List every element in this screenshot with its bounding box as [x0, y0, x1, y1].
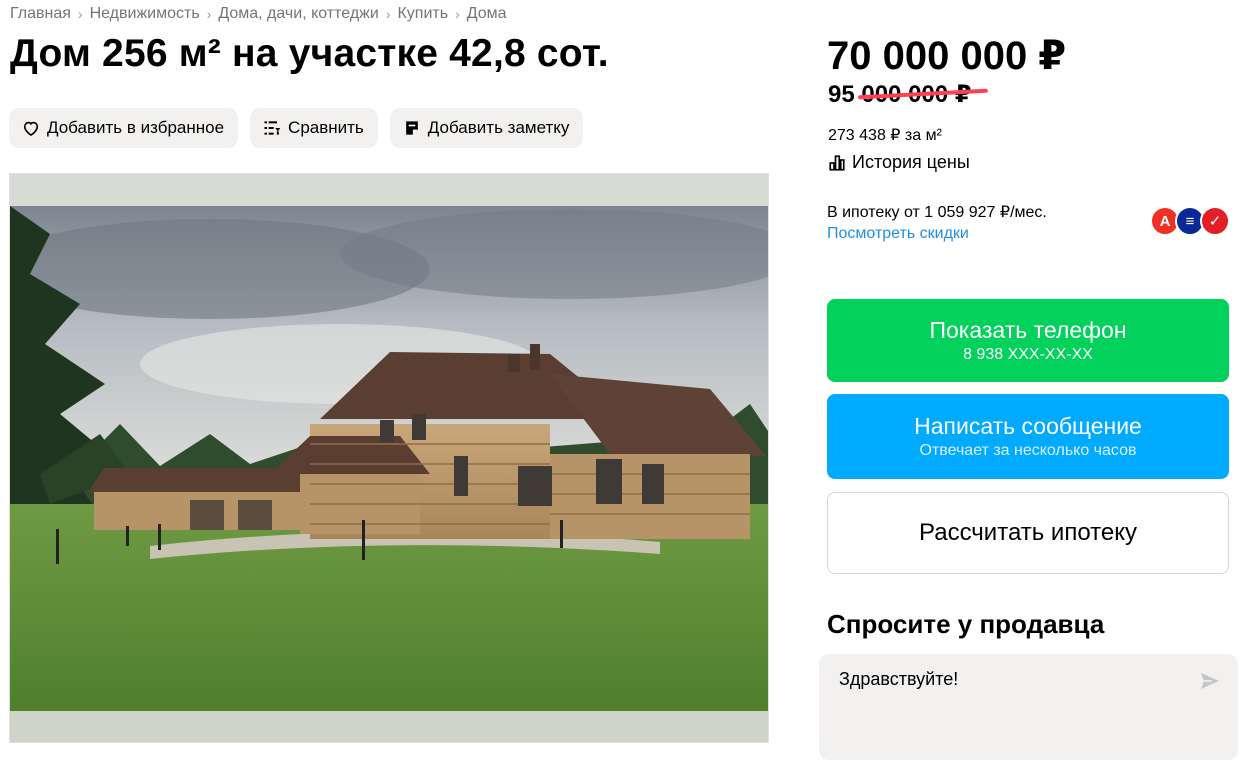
ask-seller-input[interactable]: Здравствуйте!: [819, 654, 1238, 760]
chevron-right-icon: ›: [455, 6, 460, 22]
write-message-label: Написать сообщение: [914, 412, 1142, 439]
add-to-favorites-label: Добавить в избранное: [47, 118, 225, 137]
breadcrumb-buy[interactable]: Купить: [397, 5, 448, 23]
compare-label: Сравнить: [288, 118, 364, 137]
calculate-mortgage-button[interactable]: Рассчитать ипотеку: [827, 492, 1229, 574]
price-history-link[interactable]: История цены: [828, 152, 970, 173]
add-note-label: Добавить заметку: [427, 118, 570, 137]
ask-seller-message: Здравствуйте!: [839, 669, 959, 689]
send-icon[interactable]: [1198, 669, 1222, 693]
see-discounts-link[interactable]: Посмотреть скидки: [827, 225, 969, 243]
breadcrumb: Главная › Недвижимость › Дома, дачи, кот…: [10, 5, 507, 23]
breadcrumb-realty[interactable]: Недвижимость: [90, 5, 200, 23]
heart-icon: [21, 118, 41, 138]
show-phone-label: Показать телефон: [929, 316, 1127, 343]
page-title: Дом 256 м² на участке 42,8 сот.: [10, 32, 609, 75]
response-time-note: Отвечает за несколько часов: [919, 441, 1137, 459]
phone-number-masked: 8 938 XXX-XX-XX: [963, 345, 1093, 363]
price-per-meter: 273 438 ₽ за м²: [828, 127, 942, 144]
bar-chart-icon: [828, 154, 846, 172]
breadcrumb-houses[interactable]: Дома: [467, 5, 507, 23]
sovcombank-icon: ✓: [1200, 206, 1230, 236]
house-photo-image: [10, 174, 768, 742]
current-price: 70 000 000 ₽: [827, 34, 1067, 78]
chevron-right-icon: ›: [206, 6, 212, 22]
breadcrumb-home[interactable]: Главная: [10, 5, 71, 23]
ask-seller-title: Спросите у продавца: [827, 609, 1105, 639]
add-note-button[interactable]: Добавить заметку: [389, 108, 584, 148]
old-price: 95 000 000 ₽: [828, 80, 989, 109]
listing-photo[interactable]: [9, 173, 769, 743]
bank-logos[interactable]: А ≡ ✓: [1150, 206, 1232, 236]
compare-button[interactable]: Сравнить: [250, 108, 378, 148]
write-message-button[interactable]: Написать сообщение Отвечает за несколько…: [827, 394, 1229, 479]
price-history-label: История цены: [852, 152, 970, 172]
breadcrumb-houses-cottages[interactable]: Дома, дачи, коттеджи: [218, 5, 378, 23]
chevron-right-icon: ›: [77, 6, 83, 22]
add-to-favorites-button[interactable]: Добавить в избранное: [9, 108, 239, 148]
chevron-right-icon: ›: [385, 6, 391, 22]
show-phone-button[interactable]: Показать телефон 8 938 XXX-XX-XX: [827, 299, 1229, 382]
compare-list-icon: [262, 118, 282, 138]
note-icon: [402, 118, 422, 138]
mortgage-info: В ипотеку от 1 059 927 ₽/мес.: [827, 204, 1047, 221]
listing-actions: Добавить в избранное Сравнить Добавить з…: [9, 108, 584, 148]
